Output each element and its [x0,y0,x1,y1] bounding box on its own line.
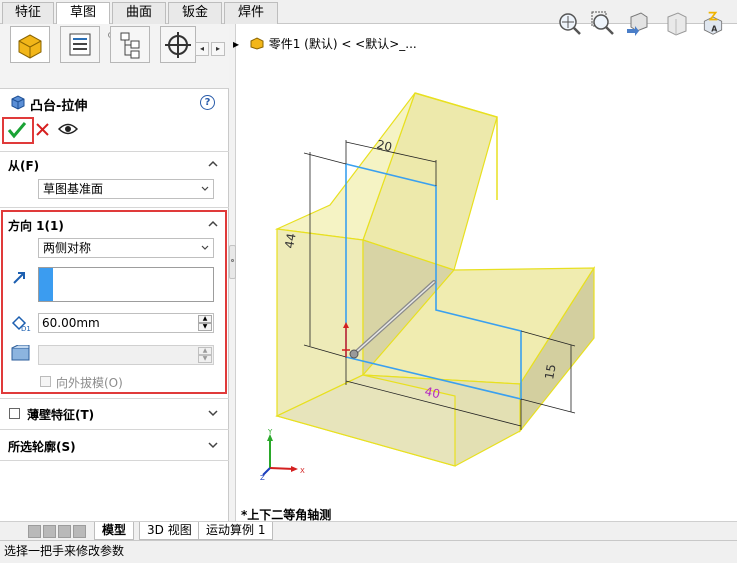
chevron-up-icon[interactable] [208,159,218,169]
configuration-tree-icon [120,32,140,59]
divider [0,207,229,208]
axis-triad: Y X Z [260,428,305,480]
svg-text:X: X [300,467,305,475]
spin-down-button: ▼ [198,355,212,363]
dim-left-value[interactable]: 44 [282,232,298,249]
prev-tab-icon[interactable] [43,525,56,538]
first-tab-icon[interactable] [28,525,41,538]
tab-features[interactable]: 特征 [2,2,54,24]
end-condition-select[interactable]: 两侧对称 [38,238,214,258]
feature-title: 凸台-拉伸 [30,99,88,114]
svg-text:Y: Y [267,428,273,436]
from-select[interactable]: 草图基准面 [38,179,214,199]
svg-text:Z: Z [260,474,265,480]
divider [0,151,229,152]
spin-down-button[interactable]: ▼ [198,323,212,331]
scroll-right-button[interactable]: ▸ [211,42,225,56]
direction-arrow-icon[interactable] [12,271,26,285]
scroll-left-button[interactable]: ◂ [195,42,209,56]
chevron-down-icon [201,186,209,191]
tab-3d-view[interactable]: 3D 视图 [139,522,200,540]
draft-outward-checkbox [40,376,51,387]
divider [0,398,229,399]
depth-value: 60.00mm [42,316,100,330]
bottom-tab-bar: 模型 3D 视图 运动算例 1 [0,521,737,540]
part-icon [18,34,42,59]
splitter-grip[interactable] [229,245,236,279]
divider [0,460,229,461]
tab-sketch[interactable]: 草图 [56,2,110,25]
from-section-header[interactable]: 从(F) [8,157,39,174]
draft-angle-input: ▲ ▼ [38,345,214,365]
boss-extrude-icon [11,95,25,110]
chevron-down-icon[interactable] [208,440,218,450]
from-select-value: 草图基准面 [43,182,104,196]
direction1-header[interactable]: 方向 1(1) [8,217,64,234]
thin-feature-header[interactable]: 薄壁特征(T) [27,406,94,423]
status-bar: 选择一把手来修改参数 [0,540,737,563]
spin-up-button[interactable]: ▲ [198,315,212,323]
depth-input[interactable]: 60.00mm ▲ ▼ [38,313,214,333]
crosshair-icon [165,32,191,58]
dim-right-value[interactable]: 15 [542,363,558,380]
thin-feature-checkbox[interactable] [9,408,20,419]
tab-surfaces[interactable]: 曲面 [112,2,166,24]
spin-up-button: ▲ [198,347,212,355]
tab-sheet-metal[interactable]: 钣金 [168,2,222,24]
status-text: 选择一把手来修改参数 [4,544,125,558]
tab-model[interactable]: 模型 [94,522,135,540]
cancel-x-icon[interactable] [36,123,49,136]
configuration-manager-tab[interactable] [110,26,150,63]
chevron-down-icon [201,245,209,250]
help-icon[interactable]: ? [200,95,215,110]
end-condition-value: 两侧对称 [43,241,92,255]
depth-dimension-icon: D1 [11,315,31,332]
tab-motion-study[interactable]: 运动算例 1 [198,522,274,540]
chevron-up-icon[interactable] [208,219,218,229]
svg-text:D1: D1 [21,325,31,332]
direction-reference-box[interactable] [38,267,214,302]
draft-icon[interactable] [10,345,32,363]
divider [0,429,229,430]
last-tab-icon[interactable] [73,525,86,538]
property-manager-tab[interactable] [60,26,100,63]
dimxpert-tab[interactable] [160,26,196,63]
chevron-down-icon[interactable] [208,408,218,418]
selected-contours-header[interactable]: 所选轮廓(S) [8,438,76,455]
feature-manager-tab[interactable] [10,26,50,63]
property-list-icon [69,33,91,56]
tab-weldments[interactable]: 焊件 [224,2,278,24]
selection-color-bar [39,268,53,301]
next-tab-icon[interactable] [58,525,71,538]
ok-checkmark-icon[interactable] [7,121,27,139]
draft-outward-label: 向外拔模(O) [56,376,123,390]
preview-eye-icon[interactable] [58,122,78,136]
